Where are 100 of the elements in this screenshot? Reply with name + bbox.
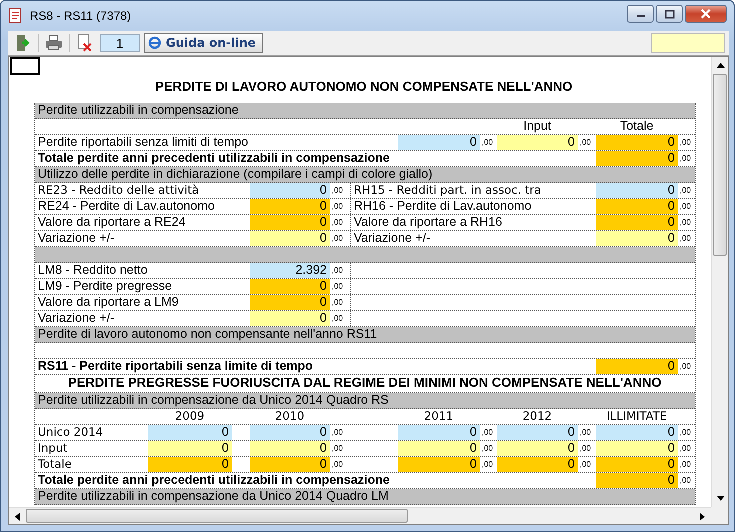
value-cell[interactable]: 0 [596, 199, 678, 214]
row-label: Valore da riportare a LM9 [37, 295, 180, 310]
decimals-text: ,00 [679, 137, 692, 149]
value-cell[interactable]: 0 [398, 457, 480, 472]
decimals-text: ,00 [579, 137, 592, 149]
decimals-text: ,00 [331, 185, 344, 197]
decimals-text: ,00 [679, 153, 692, 165]
row-label: RS11 - Perdite riportabili senza limite di tempo [37, 359, 314, 374]
value-cell[interactable]: 0 [398, 441, 480, 456]
value-cell[interactable]: 0 [250, 311, 330, 326]
value-cell[interactable]: 0 [250, 457, 330, 472]
column-heading: 2010 [274, 409, 306, 424]
value-cell[interactable]: 0 [250, 279, 330, 294]
decimals-text: ,00 [679, 459, 692, 471]
column-heading: Input [522, 119, 552, 134]
value-cell[interactable]: 0 [596, 457, 678, 472]
decimals-text: ,00 [679, 475, 692, 487]
decimals-text: ,00 [331, 459, 344, 471]
value-cell[interactable]: 0 [596, 359, 678, 374]
decimals-text: ,00 [331, 217, 344, 229]
value-cell[interactable]: 0 [596, 441, 678, 456]
decimals-text: ,00 [679, 217, 692, 229]
row-label: Perdite riportabili senza limiti di tempo [37, 135, 250, 150]
decimals-text: ,00 [679, 427, 692, 439]
row-label: Totale [37, 457, 73, 472]
decimals-text: ,00 [331, 297, 344, 309]
section-label: Perdite utilizzabili in compensazione [37, 103, 240, 118]
column-heading: 2009 [174, 409, 206, 424]
value-cell[interactable]: 0 [596, 151, 678, 166]
value-cell[interactable]: 0 [148, 457, 232, 472]
row-label: LM9 - Perdite pregresse [37, 279, 174, 294]
value-cell[interactable]: 0 [596, 183, 678, 198]
decimals-text: ,00 [579, 459, 592, 471]
section-label: Perdite utilizzabili in compensazione da Unico 2014 Quadro RS [37, 393, 390, 408]
maximize-button[interactable] [656, 5, 683, 23]
up-arrow-icon [716, 63, 724, 68]
value-cell[interactable]: 0 [596, 215, 678, 230]
decimals-text: ,00 [679, 185, 692, 197]
decimals-text: ,00 [679, 201, 692, 213]
decimals-text: ,00 [331, 233, 344, 245]
page-field[interactable]: 1 [100, 34, 140, 52]
app-icon [8, 8, 24, 24]
value-cell[interactable]: 0 [497, 457, 578, 472]
value-cell[interactable]: 0 [250, 215, 330, 230]
section-title: PERDITE PREGRESSE FUORIUSCITA DAL REGIME DEI MINIMI NON COMPENSATE NELL'ANNO [67, 375, 663, 392]
column-heading: 2012 [522, 409, 554, 424]
value-cell[interactable]: 0 [250, 441, 330, 456]
value-cell[interactable]: 0 [596, 135, 678, 150]
row-label: Variazione +/- [37, 231, 116, 246]
row-label: Totale perdite anni precedenti utilizzabili in compensazione [37, 151, 391, 166]
decimals-text: ,00 [481, 443, 494, 455]
row-label: LM8 - Reddito netto [37, 263, 149, 278]
help-button[interactable]: Guida on-line [144, 33, 264, 53]
minimize-button[interactable] [627, 5, 654, 23]
decimals-text: ,00 [331, 313, 344, 325]
value-cell[interactable]: 0 [596, 473, 678, 488]
value-cell[interactable]: 0 [497, 135, 578, 150]
column-heading: ILLIMITATE [606, 409, 668, 424]
decimals-text: ,00 [331, 281, 344, 293]
value-cell[interactable]: 0 [497, 441, 578, 456]
row-label: Totale perdite anni precedenti utilizzabili in compensazione [37, 473, 391, 488]
value-cell[interactable]: 0 [596, 231, 678, 246]
value-cell[interactable]: 0 [497, 425, 578, 440]
decimals-text: ,00 [679, 233, 692, 245]
row-label: Valore da riportare a RE24 [37, 215, 187, 230]
right-arrow-icon [700, 512, 705, 520]
down-arrow-icon [716, 496, 724, 501]
decimals-text: ,00 [481, 459, 494, 471]
value-cell[interactable]: 0 [250, 231, 330, 246]
decimals-text: ,00 [481, 137, 494, 149]
section-label: Perdite di lavoro autonomo non compensante nell'anno RS11 [37, 327, 378, 342]
scroll-thumb[interactable] [713, 74, 727, 256]
value-cell[interactable]: 0 [148, 425, 232, 440]
value-cell[interactable]: 0 [250, 425, 330, 440]
section-label: Perdite utilizzabili in compensazione da Unico 2014 Quadro LM [37, 489, 390, 504]
decimals-text: ,00 [331, 201, 344, 213]
value-cell[interactable]: 2.392 [250, 263, 330, 278]
decimals-text: ,00 [481, 427, 494, 439]
value-cell[interactable]: 0 [250, 199, 330, 214]
row-label: Input [37, 441, 69, 456]
left-arrow-icon [15, 512, 20, 520]
decimals-text: ,00 [679, 361, 692, 373]
scroll-thumb[interactable] [26, 509, 408, 523]
section-label: Utilizzo delle perdite in dichiarazione (compilare i campi di colore giallo) [37, 167, 434, 182]
value-cell[interactable]: 0 [398, 425, 480, 440]
value-cell[interactable]: 0 [398, 135, 480, 150]
column-heading: Totale [619, 119, 655, 134]
close-button[interactable] [685, 5, 727, 23]
value-cell[interactable]: 0 [250, 295, 330, 310]
close-icon [700, 9, 712, 19]
row-label: RE24 - Perdite di Lav.autonomo [37, 199, 216, 214]
maximize-icon [664, 10, 674, 18]
value-cell[interactable]: 0 [250, 183, 330, 198]
value-cell[interactable]: 0 [596, 425, 678, 440]
value-cell[interactable]: 0 [148, 441, 232, 456]
row-label: Variazione +/- [37, 311, 116, 326]
window-title: RS8 - RS11 (7378) [30, 9, 132, 23]
column-heading: 2011 [423, 409, 455, 424]
decimals-text: ,00 [679, 443, 692, 455]
sheet-title: PERDITE DI LAVORO AUTONOMO NON COMPENSATE NELL'ANNO [154, 78, 574, 96]
